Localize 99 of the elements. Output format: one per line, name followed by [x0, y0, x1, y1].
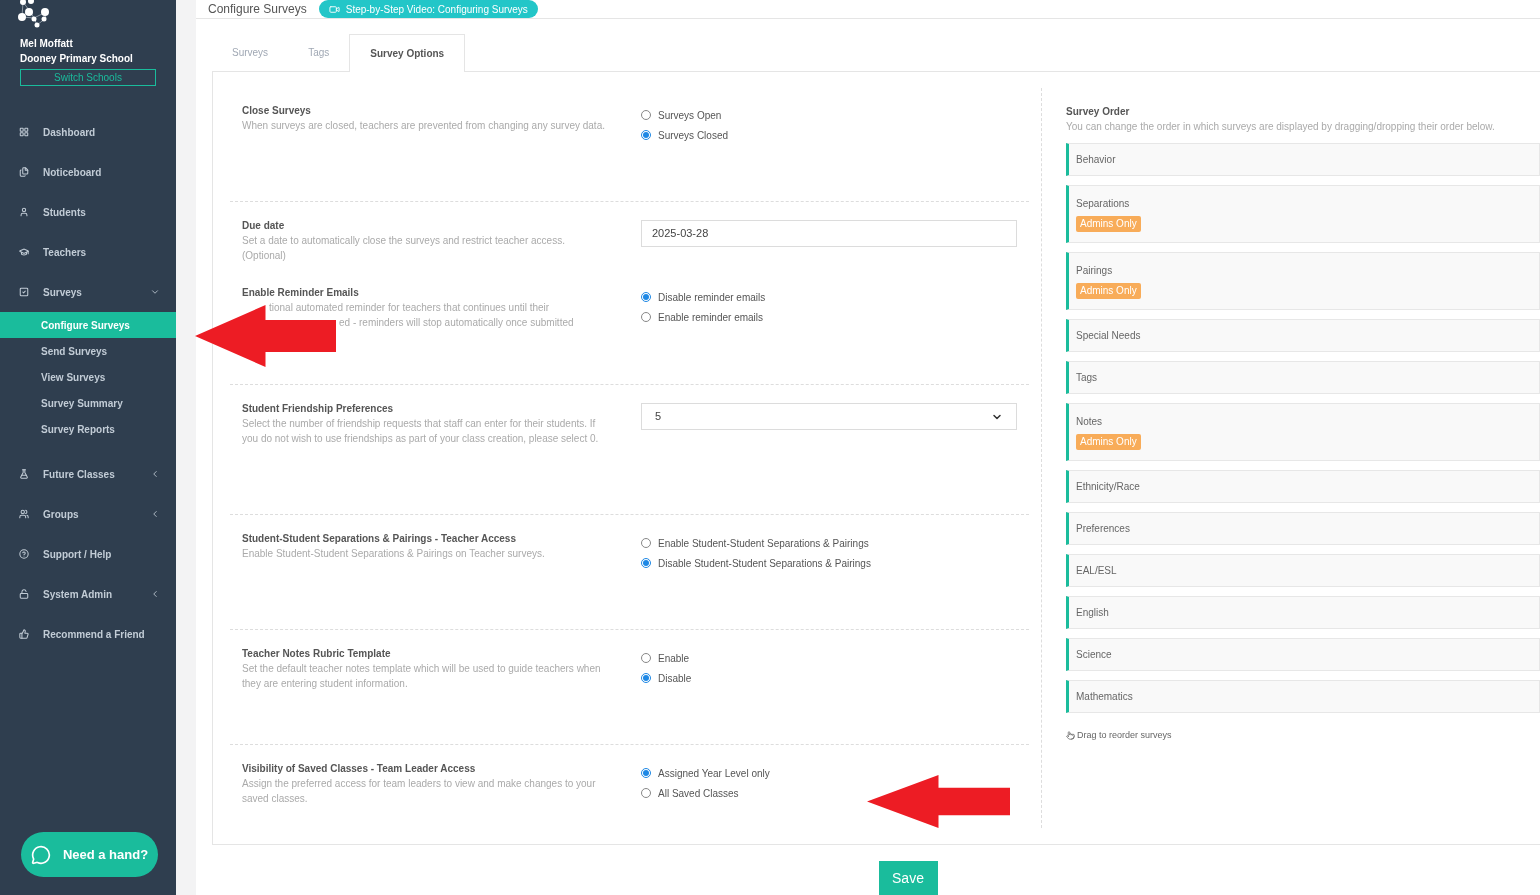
survey-name: Separations	[1076, 197, 1131, 211]
option-title: Visibility of Saved Classes - Team Leader Access	[242, 762, 477, 776]
menu-item-icon	[19, 509, 29, 519]
menu-item-icon	[19, 207, 29, 217]
radio-button[interactable]	[641, 768, 651, 778]
sidebar-item[interactable]: Students	[0, 192, 176, 232]
option-description: Select the number of friendship requests that staff can enter for their students. If you do not wish to use friendships as part of your class creation, please select 0.	[242, 417, 600, 446]
radio-label: Enable	[658, 651, 690, 666]
menu-item-icon	[19, 287, 29, 297]
pointer-icon	[1066, 731, 1075, 741]
survey-order-item[interactable]: Special Needs	[1066, 319, 1540, 352]
menu-item-icon	[19, 629, 29, 639]
survey-order-item[interactable]: Ethnicity/Race	[1066, 470, 1540, 503]
option-description: Set a date to automatically close the surveys and restrict teacher access. (Optional)	[242, 234, 566, 263]
menu-item-icon	[19, 469, 29, 479]
radio-button[interactable]	[641, 558, 651, 568]
radio-label: Surveys Open	[658, 108, 722, 123]
option-description: Assign the preferred access for team leaders to view and make changes to your saved classes.	[242, 777, 597, 806]
submenu-item[interactable]: Survey Summary	[0, 390, 176, 416]
sidebar-item[interactable]: Groups	[0, 494, 176, 534]
survey-order-item[interactable]: Pairings Admins Only	[1066, 252, 1540, 310]
survey-name: Notes	[1076, 415, 1104, 429]
sidebar-item[interactable]: Teachers	[0, 232, 176, 272]
sidebar-item[interactable]: Support / Help	[0, 534, 176, 574]
radio-button[interactable]	[641, 788, 651, 798]
admins-only-badge: Admins Only	[1076, 283, 1141, 299]
menu-item-icon	[19, 549, 29, 559]
survey-order-item[interactable]: Preferences	[1066, 512, 1540, 545]
sidebar-item[interactable]: Dashboard	[0, 112, 176, 152]
survey-name: Behavior	[1076, 153, 1117, 167]
option-title: Close Surveys	[242, 104, 312, 118]
admins-only-badge: Admins Only	[1076, 434, 1141, 450]
sidebar-item[interactable]: Future Classes	[0, 454, 176, 494]
survey-order-item[interactable]: Science	[1066, 638, 1540, 671]
survey-name: Preferences	[1076, 522, 1131, 536]
radio-label: All Saved Classes	[658, 786, 739, 801]
submenu-item[interactable]: View Surveys	[0, 364, 176, 390]
radio-label: Enable Student-Student Separations & Pairings	[658, 536, 869, 551]
survey-order-description: You can change the order in which surveys are displayed by dragging/dropping their order below.	[1066, 120, 1496, 134]
option-title: Teacher Notes Rubric Template	[242, 647, 392, 661]
option-description: tional automated reminder for teachers that continues until their	[269, 301, 551, 315]
school-name: Dooney Primary School	[20, 52, 134, 66]
radio-button[interactable]	[641, 673, 651, 683]
radio-label: Disable	[658, 671, 692, 686]
sidebar-item[interactable]: Surveys	[0, 272, 176, 312]
date-field[interactable]: 2025-03-28	[641, 220, 1017, 247]
survey-order-item[interactable]: Mathematics	[1066, 680, 1540, 713]
radio-label: Enable reminder emails	[658, 310, 764, 325]
survey-name: Tags	[1076, 371, 1099, 385]
survey-name: Pairings	[1076, 264, 1114, 278]
radio-button[interactable]	[641, 538, 651, 548]
tab[interactable]: Survey Options	[349, 34, 466, 72]
sidebar-item[interactable]: System Admin	[0, 574, 176, 614]
radio-label: Disable reminder emails	[658, 290, 766, 305]
option-title: Student-Student Separations & Pairings - Teacher Access	[242, 532, 517, 546]
option-title: Due date	[242, 219, 286, 233]
sidebar-item[interactable]: Noticeboard	[0, 152, 176, 192]
menu-item-icon	[19, 247, 29, 257]
survey-name: Special Needs	[1076, 329, 1142, 343]
survey-name: Ethnicity/Race	[1076, 480, 1141, 494]
user-name: Mel Moffatt	[20, 37, 74, 51]
survey-order-item[interactable]: EAL/ESL	[1066, 554, 1540, 587]
page-title: Configure Surveys	[208, 1, 307, 18]
option-description: Enable Student-Student Separations & Pairings on Teacher surveys.	[242, 547, 546, 561]
radio-button[interactable]	[641, 292, 651, 302]
survey-order-title: Survey Order	[1066, 105, 1131, 119]
survey-order-item[interactable]: English	[1066, 596, 1540, 629]
dropdown-field[interactable]: 5	[641, 403, 1017, 430]
survey-order-item[interactable]: Notes Admins Only	[1066, 403, 1540, 461]
chat-icon	[30, 844, 51, 865]
sidebar-item[interactable]: Recommend a Friend	[0, 614, 176, 654]
submenu-item[interactable]: Survey Reports	[0, 416, 176, 442]
radio-button[interactable]	[641, 110, 651, 120]
survey-name: EAL/ESL	[1076, 564, 1118, 578]
radio-button[interactable]	[641, 130, 651, 140]
radio-button[interactable]	[641, 312, 651, 322]
menu-item-icon	[19, 167, 29, 177]
option-description: ed - reminders will stop automatically once submitted	[339, 316, 575, 330]
survey-name: English	[1076, 606, 1110, 620]
radio-label: Disable Student-Student Separations & Pairings	[658, 556, 871, 571]
menu-item-icon	[19, 589, 29, 599]
submenu-item[interactable]: Send Surveys	[0, 338, 176, 364]
menu-item-icon	[19, 127, 29, 137]
admins-only-badge: Admins Only	[1076, 216, 1141, 232]
option-title: Student Friendship Preferences	[242, 402, 395, 416]
video-icon	[328, 3, 340, 15]
survey-name: Mathematics	[1076, 690, 1134, 704]
survey-order-item[interactable]: Separations Admins Only	[1066, 185, 1540, 243]
option-description: When surveys are closed, teachers are prevented from changing any survey data.	[242, 119, 606, 133]
radio-label: Surveys Closed	[658, 128, 729, 143]
radio-label: Assigned Year Level only	[658, 766, 770, 781]
option-title: Enable Reminder Emails	[242, 286, 360, 300]
survey-order-item[interactable]: Tags	[1066, 361, 1540, 394]
drag-hint: Drag to reorder surveys	[1077, 729, 1172, 742]
survey-order-item[interactable]: Behavior	[1066, 143, 1540, 176]
radio-button[interactable]	[641, 653, 651, 663]
survey-name: Science	[1076, 648, 1113, 662]
option-description: Set the default teacher notes template which will be used to guide teachers when they are entering student information.	[242, 662, 602, 691]
switch-schools-button[interactable]: Switch Schools	[20, 69, 156, 86]
